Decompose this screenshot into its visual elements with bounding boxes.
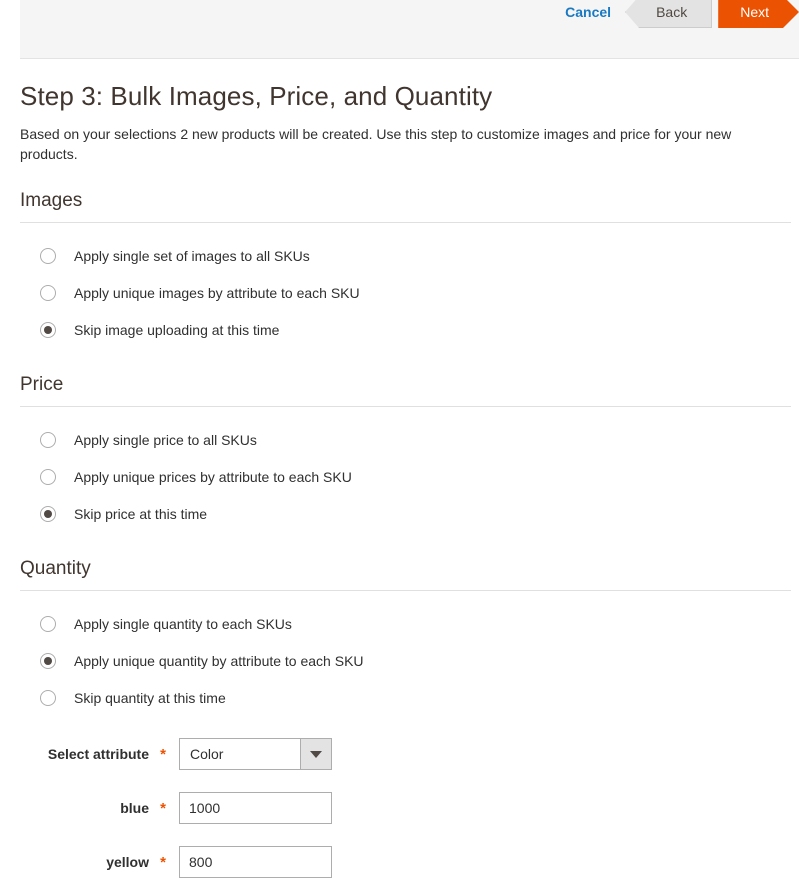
section-divider-images <box>20 222 791 223</box>
radio-option-label: Apply single price to all SKUs <box>74 431 257 448</box>
caret-down-glyph <box>310 750 322 758</box>
page-title: Step 3: Bulk Images, Price, and Quantity <box>20 81 493 111</box>
radio-option-price-2[interactable]: Skip price at this time <box>20 495 791 532</box>
radio-option-label: Skip image uploading at this time <box>74 321 280 338</box>
field-row-select-attribute: Select attribute * Color <box>20 738 791 770</box>
yellow-quantity-control <box>179 846 332 878</box>
field-row-blue: blue * <box>20 792 791 824</box>
section-price: Price Apply single price to all SKUs App… <box>20 374 791 532</box>
blue-quantity-input[interactable] <box>179 792 332 824</box>
page-actions-buttons: Cancel Back Next <box>551 0 799 32</box>
radio-option-images-0[interactable]: Apply single set of images to all SKUs <box>20 237 791 274</box>
section-title-images: Images <box>20 190 83 211</box>
radio-option-label: Apply single quantity to each SKUs <box>74 615 292 632</box>
radio-option-label: Apply unique images by attribute to each… <box>74 284 360 301</box>
radio-option-quantity-0[interactable]: Apply single quantity to each SKUs <box>20 605 791 642</box>
radio-icon-selected[interactable] <box>40 321 56 338</box>
radio-option-label: Apply unique prices by attribute to each… <box>74 468 352 485</box>
radio-option-price-0[interactable]: Apply single price to all SKUs <box>20 421 791 458</box>
next-button[interactable]: Next <box>718 0 799 28</box>
yellow-quantity-label: yellow <box>106 854 149 870</box>
radio-icon[interactable] <box>40 689 56 706</box>
radio-icon-selected[interactable] <box>40 652 56 669</box>
select-attribute-value: Color <box>190 746 224 762</box>
required-asterisk: * <box>160 745 166 763</box>
radio-group-images: Apply single set of images to all SKUs A… <box>20 237 791 348</box>
section-divider-price <box>20 406 791 407</box>
radio-icon-selected[interactable] <box>40 505 56 522</box>
radio-icon[interactable] <box>40 615 56 632</box>
radio-option-label: Skip quantity at this time <box>74 689 226 706</box>
blue-quantity-label: blue <box>120 800 149 816</box>
page-content: Step 3: Bulk Images, Price, and Quantity… <box>20 59 791 878</box>
section-title-price: Price <box>20 374 64 395</box>
radio-option-quantity-2[interactable]: Skip quantity at this time <box>20 679 791 716</box>
radio-option-price-1[interactable]: Apply unique prices by attribute to each… <box>20 458 791 495</box>
radio-option-label: Skip price at this time <box>74 505 208 522</box>
radio-option-images-2[interactable]: Skip image uploading at this time <box>20 311 791 348</box>
section-quantity: Quantity Apply single quantity to each S… <box>20 558 791 878</box>
radio-option-label: Apply unique quantity by attribute to ea… <box>74 652 364 669</box>
chevron-down-icon[interactable] <box>300 739 331 769</box>
field-row-yellow: yellow * <box>20 846 791 878</box>
radio-option-quantity-1[interactable]: Apply unique quantity by attribute to ea… <box>20 642 791 679</box>
required-asterisk: * <box>160 853 166 871</box>
section-title-quantity: Quantity <box>20 558 91 579</box>
radio-icon[interactable] <box>40 284 56 301</box>
page-description: Based on your selections 2 new products … <box>20 126 732 162</box>
radio-group-price: Apply single price to all SKUs Apply uni… <box>20 421 791 532</box>
cancel-button[interactable]: Cancel <box>551 0 625 28</box>
radio-icon[interactable] <box>40 468 56 485</box>
blue-quantity-control <box>179 792 332 824</box>
radio-option-label: Apply single set of images to all SKUs <box>74 247 310 264</box>
select-attribute-label: Select attribute <box>47 746 149 762</box>
section-images: Images Apply single set of images to all… <box>20 190 791 348</box>
section-divider-quantity <box>20 590 791 591</box>
required-asterisk: * <box>160 799 166 817</box>
page-actions-bar: Cancel Back Next <box>20 0 799 59</box>
radio-icon[interactable] <box>40 431 56 448</box>
select-attribute-control: Color <box>179 738 332 770</box>
radio-group-quantity: Apply single quantity to each SKUs Apply… <box>20 605 791 716</box>
back-button[interactable]: Back <box>625 0 713 28</box>
radio-icon[interactable] <box>40 247 56 264</box>
select-attribute-dropdown[interactable]: Color <box>179 738 332 770</box>
radio-option-images-1[interactable]: Apply unique images by attribute to each… <box>20 274 791 311</box>
yellow-quantity-input[interactable] <box>179 846 332 878</box>
